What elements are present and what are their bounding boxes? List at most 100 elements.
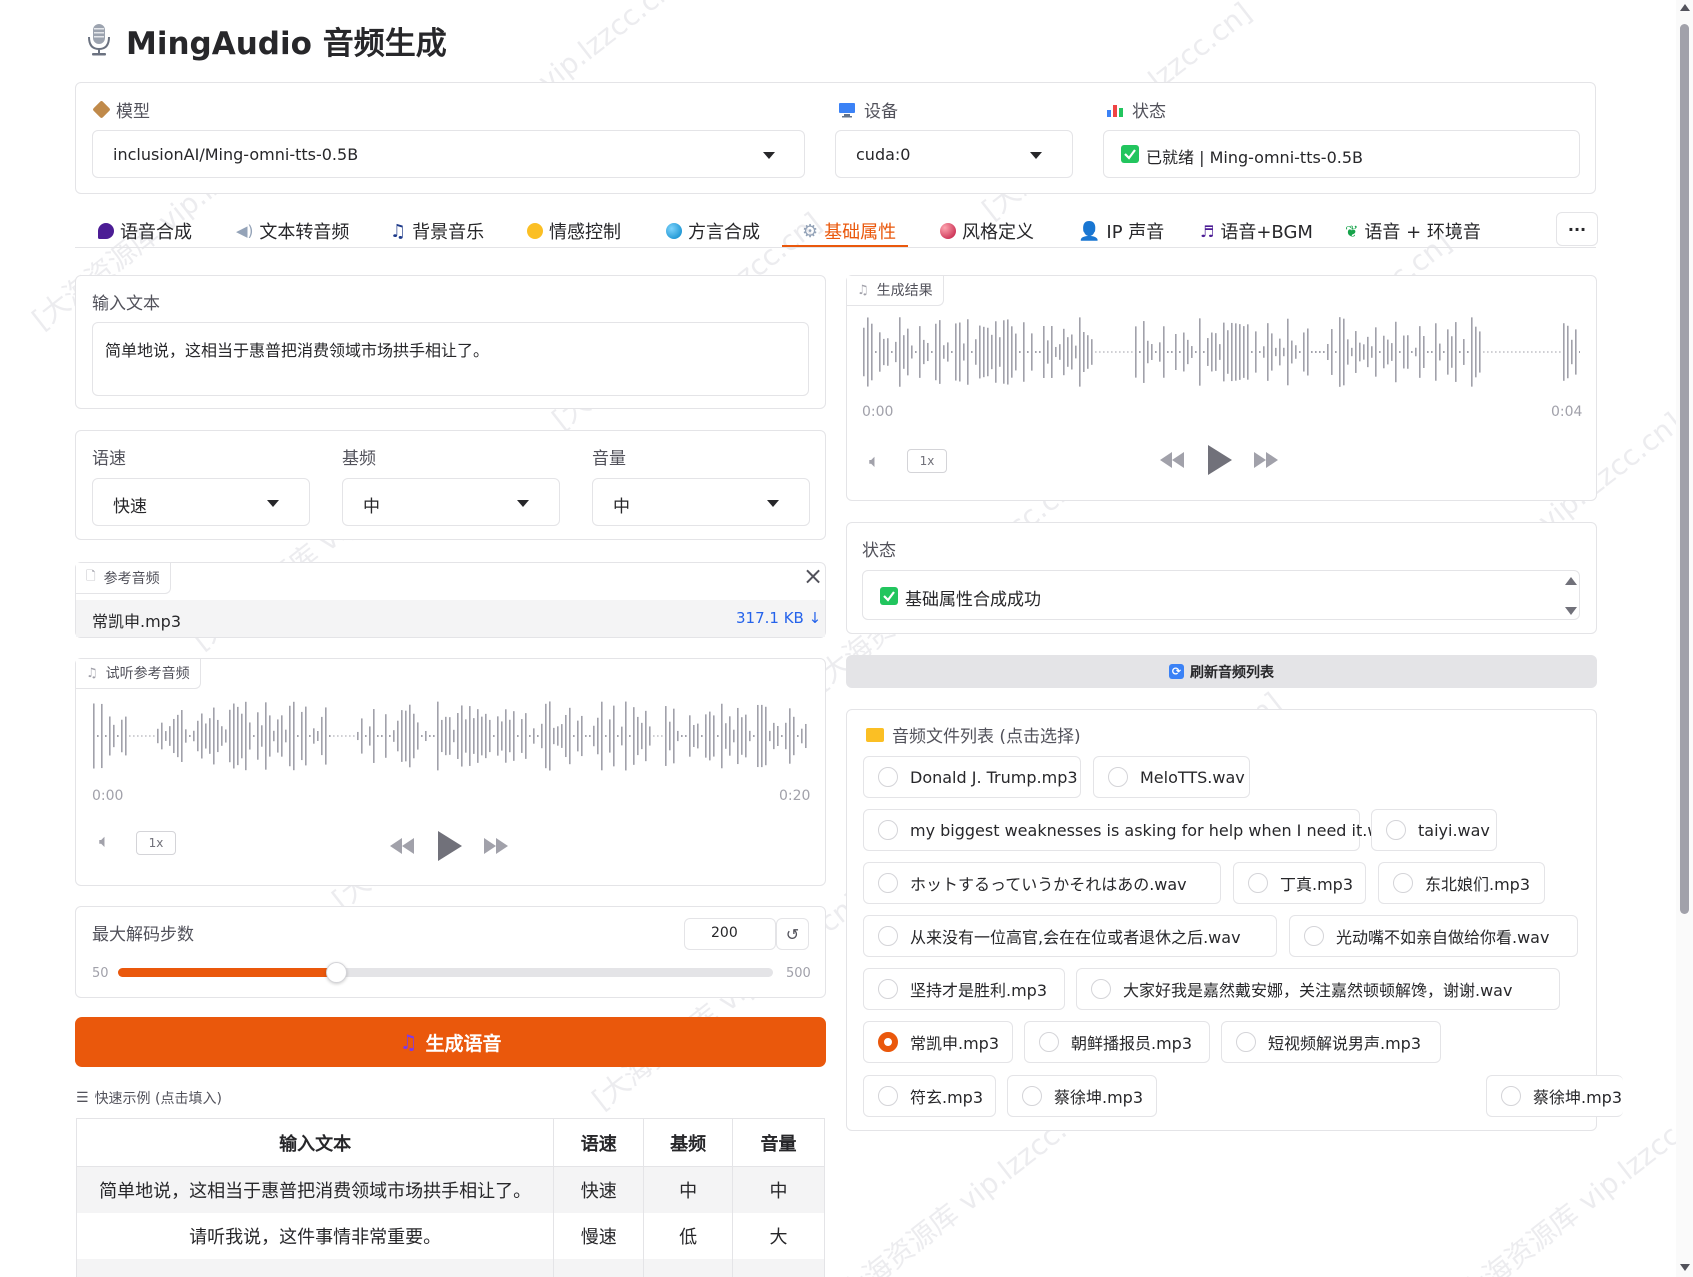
audio-option[interactable]: 蔡徐坤.mp3 xyxy=(1486,1075,1623,1117)
tab-dialect-synthesis[interactable]: 方言合成 xyxy=(666,214,760,248)
waveform-bar xyxy=(237,706,239,766)
radio-button[interactable] xyxy=(878,926,898,946)
preview-playback-speed[interactable]: 1x xyxy=(136,831,176,855)
table-row[interactable]: 简单地说，这相当于惠普把消费领域市场拱手相让了。 快速 中 中 xyxy=(75,1166,825,1213)
preview-waveform[interactable] xyxy=(92,700,808,772)
scroll-down-icon[interactable] xyxy=(1565,607,1577,615)
waveform-bar xyxy=(293,701,295,771)
waveform-bar xyxy=(1015,333,1017,371)
tab-style-definition[interactable]: 风格定义 xyxy=(940,214,1034,248)
refresh-audio-list-button[interactable]: ⟳ 刷新音频列表 xyxy=(846,655,1597,688)
table-row[interactable]: 请听我说，这件事情非常重要。 慢速 低 大 xyxy=(75,1212,825,1259)
radio-button[interactable] xyxy=(1236,1032,1256,1052)
mixer-icon: ♬ xyxy=(1200,221,1215,241)
tab-speech-synthesis[interactable]: 语音合成 xyxy=(98,214,192,248)
radio-button[interactable] xyxy=(1386,820,1406,840)
audio-option[interactable]: 坚持才是胜利.mp3 xyxy=(863,968,1065,1010)
audio-option[interactable]: Donald J. Trump.mp3 xyxy=(863,756,1081,798)
volume-dropdown[interactable]: 中 xyxy=(592,478,810,526)
waveform-bar xyxy=(125,716,127,756)
model-dropdown[interactable]: inclusionAI/Ming-omni-tts-0.5B xyxy=(92,130,805,178)
slider-thumb[interactable] xyxy=(325,962,347,983)
fast-forward-icon[interactable] xyxy=(484,838,508,854)
scroll-down-icon[interactable] xyxy=(1680,1264,1690,1271)
waveform-bar xyxy=(1095,351,1097,353)
radio-button[interactable] xyxy=(878,1032,898,1052)
waveform-bar xyxy=(1067,337,1069,367)
volume-icon[interactable]: 🔈︎ xyxy=(99,831,110,852)
tab-text-to-audio[interactable]: ◀) 文本转音频 xyxy=(236,214,349,248)
tab-background-music[interactable]: ♫ 背景音乐 xyxy=(390,214,484,248)
radio-button[interactable] xyxy=(1248,873,1268,893)
tab-ip-voice[interactable]: 👤 IP 声音 xyxy=(1078,214,1164,248)
radio-button[interactable] xyxy=(878,1086,898,1106)
rewind-icon[interactable] xyxy=(1160,452,1184,468)
audio-option-selected[interactable]: 常凯申.mp3 xyxy=(863,1021,1013,1063)
waveform-bar xyxy=(1127,351,1129,353)
audio-option[interactable]: 短视频解说男声.mp3 xyxy=(1221,1021,1441,1063)
close-icon[interactable]: × xyxy=(803,562,823,590)
folder-icon xyxy=(866,727,884,742)
waveform-bar xyxy=(741,717,743,755)
audio-option[interactable]: 光动嘴不如亲自做给你看.wav xyxy=(1289,915,1578,957)
scroll-up-icon[interactable] xyxy=(1565,577,1577,585)
play-icon[interactable] xyxy=(438,831,462,861)
waveform-bar xyxy=(553,727,555,745)
waveform-bar xyxy=(1055,346,1057,358)
tab-basic-attributes[interactable]: ⚙ 基础属性 xyxy=(802,214,896,248)
speed-dropdown[interactable]: 快速 xyxy=(92,478,310,526)
radio-button[interactable] xyxy=(1022,1086,1042,1106)
scrollbar-thumb[interactable] xyxy=(1680,24,1689,914)
waveform-bar xyxy=(1027,351,1029,353)
radio-button[interactable] xyxy=(878,979,898,999)
audio-option[interactable]: 从来没有一位高官,会在在位或者退休之后.wav xyxy=(863,915,1277,957)
radio-button[interactable] xyxy=(1304,926,1324,946)
audio-option[interactable]: 符玄.mp3 xyxy=(863,1075,996,1117)
tab-speech-bgm[interactable]: ♬ 语音+BGM xyxy=(1200,214,1313,248)
waveform-bar xyxy=(713,715,715,757)
input-text-area[interactable]: 简单地说，这相当于惠普把消费领域市场拱手相让了。 xyxy=(92,322,809,396)
audio-option[interactable]: MeloTTS.wav xyxy=(1093,756,1250,798)
pitch-dropdown[interactable]: 中 xyxy=(342,478,560,526)
waveform-bar xyxy=(1575,329,1577,375)
audio-option[interactable]: my biggest weaknesses is asking for help… xyxy=(863,809,1400,851)
radio-button[interactable] xyxy=(878,820,898,840)
play-icon[interactable] xyxy=(1208,445,1232,475)
audio-option[interactable]: 丁真.mp3 xyxy=(1233,862,1366,904)
volume-icon[interactable]: 🔈︎ xyxy=(869,451,880,472)
page-scrollbar[interactable] xyxy=(1676,0,1693,1277)
radio-button[interactable] xyxy=(1393,873,1413,893)
radio-button[interactable] xyxy=(1501,1086,1521,1106)
radio-button[interactable] xyxy=(1039,1032,1059,1052)
radio-button[interactable] xyxy=(1108,767,1128,787)
audio-option[interactable]: ホットするっていうかそれはあの.wav xyxy=(863,862,1221,904)
radio-button[interactable] xyxy=(1091,979,1111,999)
result-playback-speed[interactable]: 1x xyxy=(907,449,947,473)
audio-option[interactable]: 朝鲜播报员.mp3 xyxy=(1024,1021,1210,1063)
more-tabs-button[interactable]: ··· xyxy=(1556,212,1598,246)
reset-button[interactable]: ↺ xyxy=(776,918,809,950)
waveform-bar xyxy=(1243,326,1245,378)
fast-forward-icon[interactable] xyxy=(1254,452,1278,468)
audio-option[interactable]: 东北娘们.mp3 xyxy=(1378,862,1545,904)
decode-steps-slider[interactable] xyxy=(118,962,773,983)
speed-value: 快速 xyxy=(113,497,147,517)
tab-speech-ambient[interactable]: ❦ 语音 + 环境音 xyxy=(1345,214,1481,248)
tab-emotion-control[interactable]: 情感控制 xyxy=(527,214,621,248)
rewind-icon[interactable] xyxy=(390,838,414,854)
generate-speech-button[interactable]: ♫ 生成语音 xyxy=(75,1017,826,1067)
audio-option[interactable]: 蔡徐坤.mp3 xyxy=(1007,1075,1157,1117)
reference-filesize-download[interactable]: 317.1 KB ↓ xyxy=(736,609,821,627)
radio-button[interactable] xyxy=(878,873,898,893)
audio-option[interactable]: 大家好我是嘉然戴安娜，关注嘉然顿顿解馋，谢谢.wav xyxy=(1076,968,1560,1010)
waveform-bar xyxy=(1547,351,1549,353)
scroll-up-icon[interactable] xyxy=(1680,4,1690,11)
decode-steps-input[interactable]: 200 xyxy=(684,918,776,950)
result-waveform[interactable] xyxy=(862,316,1580,388)
table-row[interactable] xyxy=(75,1258,825,1277)
radio-button[interactable] xyxy=(878,767,898,787)
audio-option[interactable]: taiyi.wav xyxy=(1371,809,1497,851)
waveform-bar xyxy=(1459,351,1461,353)
device-dropdown[interactable]: cuda:0 xyxy=(835,130,1073,178)
waveform-bar xyxy=(369,726,371,746)
